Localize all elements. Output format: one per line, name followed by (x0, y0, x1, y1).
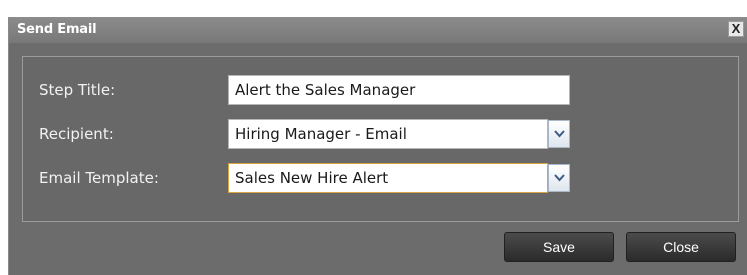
recipient-dropdown-button[interactable] (548, 120, 570, 148)
send-email-dialog: Send Email X Step Title: Alert the Sales… (8, 17, 747, 275)
email-template-dropdown-button[interactable] (548, 164, 570, 192)
step-title-label: Step Title: (39, 81, 116, 99)
form-panel: Step Title: Alert the Sales Manager Reci… (22, 56, 739, 222)
chevron-down-icon (554, 130, 565, 138)
close-button[interactable]: Close (626, 232, 736, 262)
email-template-select[interactable]: Sales New Hire Alert (228, 163, 570, 193)
save-button[interactable]: Save (504, 232, 614, 262)
recipient-select[interactable]: Hiring Manager - Email (228, 119, 570, 149)
dialog-titlebar[interactable]: Send Email X (9, 17, 747, 43)
email-template-value[interactable]: Sales New Hire Alert (228, 163, 548, 193)
recipient-label: Recipient: (39, 125, 114, 143)
email-template-label: Email Template: (39, 169, 159, 187)
step-title-input[interactable]: Alert the Sales Manager (228, 75, 570, 105)
recipient-value[interactable]: Hiring Manager - Email (228, 119, 548, 149)
chevron-down-icon (554, 174, 565, 182)
close-icon[interactable]: X (728, 21, 744, 37)
dialog-title: Send Email (17, 22, 97, 37)
